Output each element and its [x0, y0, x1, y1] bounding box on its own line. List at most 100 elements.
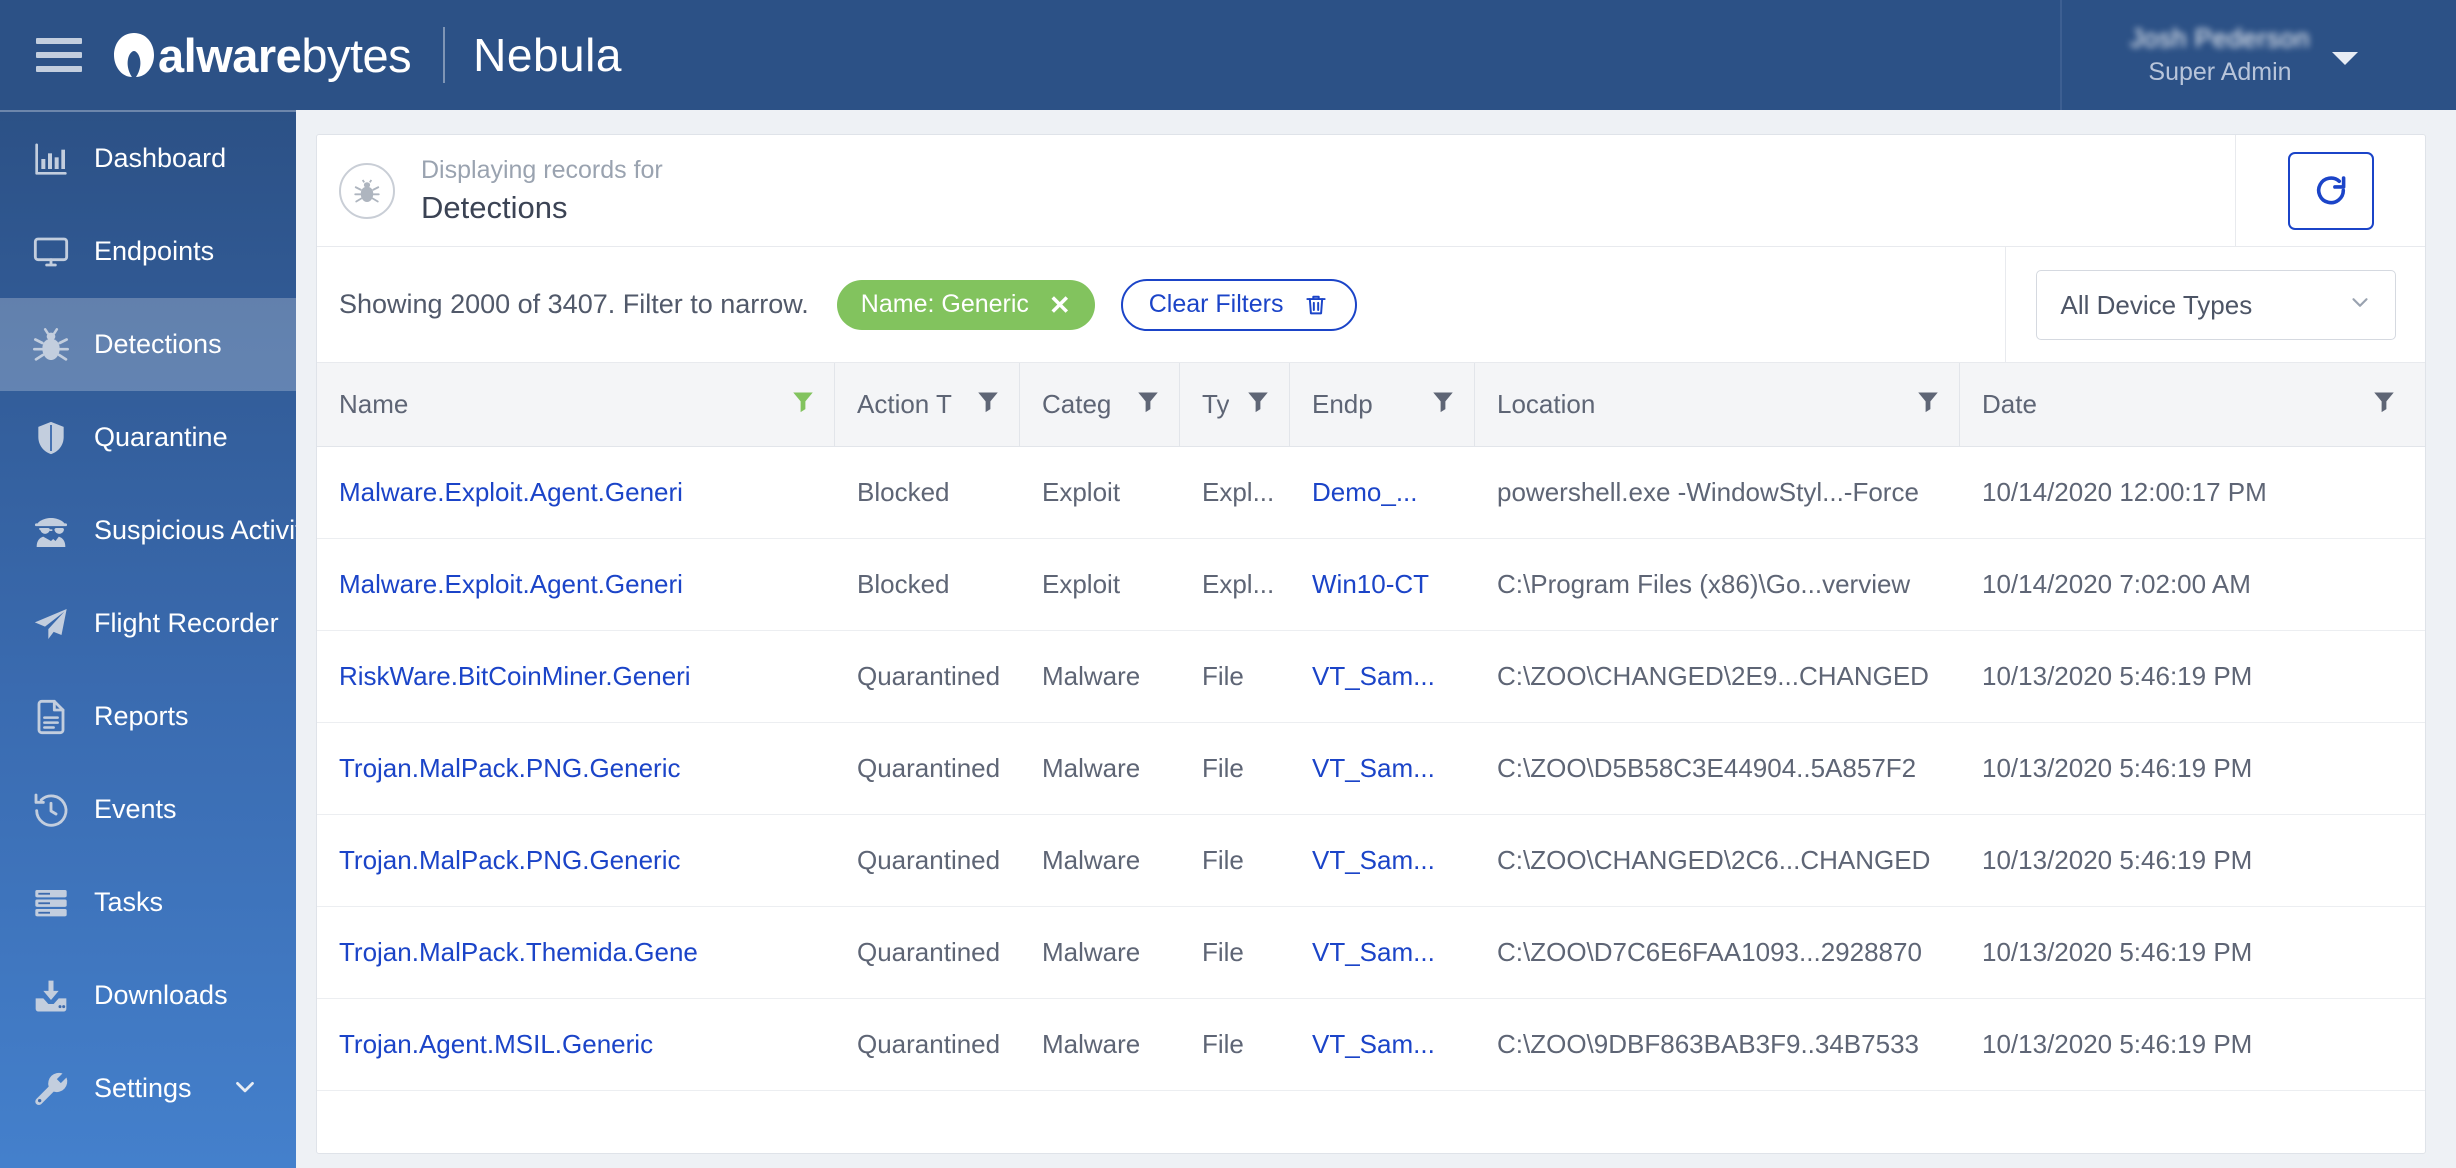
cell-endpoint[interactable]: VT_Sam...: [1290, 907, 1475, 998]
cell-action: Quarantined: [857, 845, 1001, 875]
cell-category: Malware: [1042, 937, 1141, 967]
funnel-icon[interactable]: [1915, 388, 1941, 421]
cell-endpoint[interactable]: Demo_...: [1290, 447, 1475, 538]
cell-name[interactable]: Trojan.MalPack.PNG.Generic: [317, 723, 835, 814]
cell-endpoint[interactable]: Win10-CT: [1290, 539, 1475, 630]
column-header-label: Endp: [1312, 389, 1373, 419]
cell-name[interactable]: RiskWare.BitCoinMiner.Generi: [317, 631, 835, 722]
cell-endpoint[interactable]: VT_Sam...: [1290, 999, 1475, 1090]
sidebar-item-quarantine[interactable]: Quarantine: [0, 391, 296, 484]
sidebar-item-detections[interactable]: Detections: [0, 298, 296, 391]
sidebar-item-events[interactable]: Events: [0, 763, 296, 856]
column-header-date[interactable]: Date: [1960, 363, 2415, 446]
active-filter-chip[interactable]: Name: Generic ✕: [836, 279, 1095, 330]
column-header-ty[interactable]: Ty: [1180, 363, 1290, 446]
table-row[interactable]: Trojan.MalPack.PNG.Generic Quarantined Mal…: [317, 815, 2425, 907]
cell-name[interactable]: Malware.Exploit.Agent.Generi: [317, 539, 835, 630]
device-type-select[interactable]: All Device Types: [2035, 270, 2396, 340]
column-header-actiont[interactable]: Action T: [835, 363, 1020, 446]
cell-endpoint[interactable]: VT_Sam...: [1290, 631, 1475, 722]
chevron-down-icon[interactable]: [2331, 51, 2358, 65]
cell-name[interactable]: Trojan.Agent.MSIL.Generic: [317, 999, 835, 1090]
hamburger-bar: [36, 38, 82, 44]
column-header-label: Date: [1982, 389, 2037, 419]
cell-type: Expl...: [1202, 477, 1275, 507]
sidebar-item-settings[interactable]: Settings: [0, 1042, 296, 1135]
cell-category: Exploit: [1042, 569, 1121, 599]
column-header-name[interactable]: Name: [317, 363, 835, 446]
column-header-endp[interactable]: Endp: [1290, 363, 1475, 446]
brand-wordmark-thin: bytes: [301, 28, 412, 82]
user-role: Super Admin: [2148, 57, 2292, 86]
funnel-icon[interactable]: [1135, 388, 1161, 421]
funnel-icon[interactable]: [1245, 388, 1271, 421]
column-header-label: Ty: [1202, 389, 1230, 419]
cell-date: 10/13/2020 5:46:19 PM: [1982, 1029, 2253, 1059]
download-icon: [30, 975, 72, 1017]
sidebar-item-endpoints[interactable]: Endpoints: [0, 205, 296, 298]
cell-date: 10/13/2020 5:46:19 PM: [1982, 753, 2253, 783]
cell-location: C:\ZOO\CHANGED\2C6...CHANGED: [1497, 845, 1931, 875]
sidebar-item-label: Events: [94, 794, 177, 824]
cell-name[interactable]: Trojan.MalPack.PNG.Generic: [317, 815, 835, 906]
clear-filters-button[interactable]: Clear Filters: [1120, 278, 1358, 331]
column-header-label: Action T: [857, 389, 952, 419]
cell-type: File: [1202, 845, 1244, 875]
cell-category: Malware: [1042, 845, 1141, 875]
device-type-wrapper: All Device Types: [2005, 247, 2425, 363]
cell-category: Malware: [1042, 753, 1141, 783]
close-x-icon[interactable]: ✕: [1049, 292, 1071, 318]
paper-plane-icon: [30, 603, 72, 645]
sidebar-item-dashboard[interactable]: Dashboard: [0, 112, 296, 205]
sidebar-item-label: Settings: [94, 1073, 192, 1103]
user-name: Josh Pederson: [2130, 23, 2310, 54]
card-header: Displaying records for Detections: [317, 135, 2425, 247]
sidebar-item-label: Dashboard: [94, 143, 227, 173]
column-header-location[interactable]: Location: [1475, 363, 1960, 446]
sidebar-item-downloads[interactable]: Downloads: [0, 949, 296, 1042]
refresh-button[interactable]: [2287, 152, 2374, 230]
table-row[interactable]: Trojan.Agent.MSIL.Generic Quarantined Malw…: [317, 999, 2425, 1091]
cell-action: Quarantined: [857, 753, 1001, 783]
sidebar-item-label: Endpoints: [94, 236, 215, 266]
cell-endpoint[interactable]: VT_Sam...: [1290, 723, 1475, 814]
cell-date: 10/13/2020 5:46:19 PM: [1982, 845, 2253, 875]
sidebar-item-tasks[interactable]: Tasks: [0, 856, 296, 949]
cell-endpoint[interactable]: VT_Sam...: [1290, 815, 1475, 906]
chevron-down-icon[interactable]: [230, 1071, 260, 1106]
column-header-categ[interactable]: Categ: [1020, 363, 1180, 446]
cell-type: File: [1202, 937, 1244, 967]
table-row[interactable]: Trojan.MalPack.PNG.Generic Quarantined Mal…: [317, 723, 2425, 815]
table-row[interactable]: Malware.Exploit.Agent.Generi Blocked Explo…: [317, 447, 2425, 539]
sidebar-item-reports[interactable]: Reports: [0, 670, 296, 763]
sidebar-item-suspicious-activity[interactable]: Suspicious Activity: [0, 484, 296, 577]
user-info: Josh Pederson Super Admin: [2130, 22, 2310, 88]
table-row[interactable]: Trojan.MalPack.Themida.Gene Quarantined Ma…: [317, 907, 2425, 999]
hamburger-menu-icon[interactable]: [36, 35, 82, 75]
wrench-icon: [30, 1068, 72, 1110]
product-name: Nebula: [473, 29, 622, 81]
filter-bar: Showing 2000 of 3407. Filter to narrow. …: [317, 247, 2425, 363]
cell-action: Quarantined: [857, 661, 1001, 691]
user-menu[interactable]: Josh Pederson Super Admin: [2060, 0, 2456, 110]
table-row[interactable]: RiskWare.BitCoinMiner.Generi Quarantined M…: [317, 631, 2425, 723]
funnel-icon[interactable]: [1430, 388, 1456, 421]
cell-type: Expl...: [1202, 569, 1275, 599]
cell-name[interactable]: Trojan.MalPack.Themida.Gene: [317, 907, 835, 998]
brand-wordmark: alwarebytes: [158, 28, 412, 82]
table-row[interactable]: Malware.Exploit.Agent.Generi Blocked Explo…: [317, 539, 2425, 631]
clear-filters-label: Clear Filters: [1148, 290, 1284, 318]
cell-location: powershell.exe -WindowStyl...-Force: [1497, 477, 1919, 507]
sidebar-item-flight-recorder[interactable]: Flight Recorder: [0, 577, 296, 670]
funnel-icon[interactable]: [975, 388, 1001, 421]
cell-category: Malware: [1042, 661, 1141, 691]
malwarebytes-mark-icon: [112, 31, 156, 79]
sidebar-item-label: Suspicious Activity: [94, 515, 296, 545]
cell-type: File: [1202, 753, 1244, 783]
brand-logo[interactable]: alwarebytes Nebula: [112, 0, 622, 110]
cell-name[interactable]: Malware.Exploit.Agent.Generi: [317, 447, 835, 538]
funnel-icon[interactable]: [2371, 388, 2397, 421]
detections-card: Displaying records for Detections Showin…: [316, 134, 2426, 1154]
funnel-icon[interactable]: [790, 388, 816, 421]
cell-action: Quarantined: [857, 937, 1001, 967]
